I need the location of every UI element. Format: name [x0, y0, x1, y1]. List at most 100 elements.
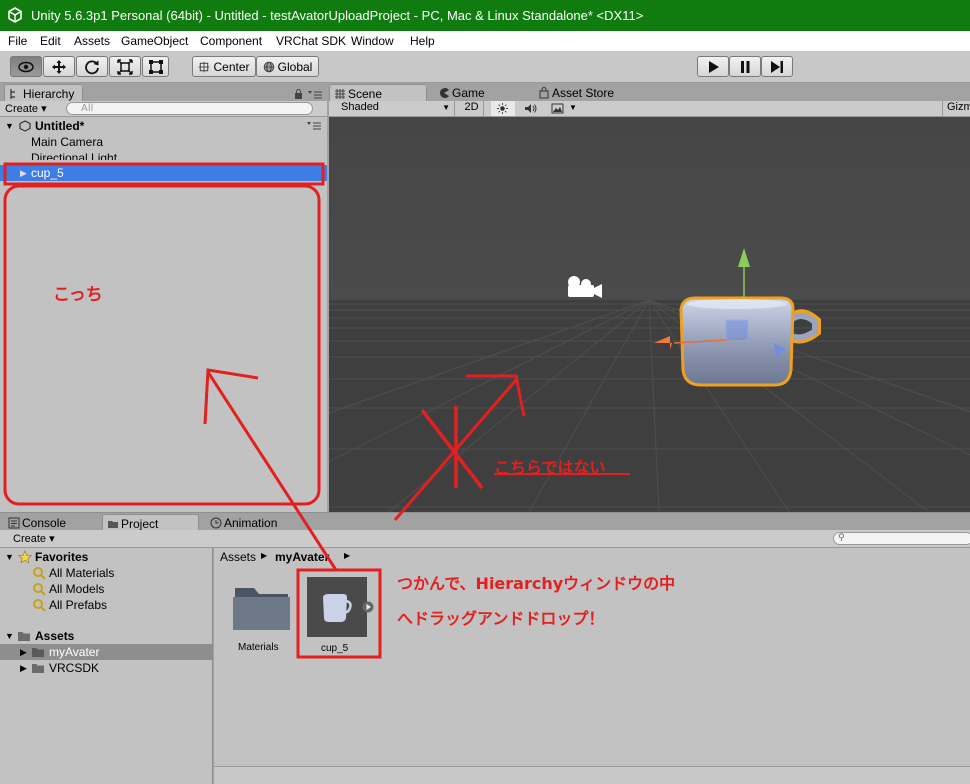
collapse-arrow-icon[interactable]: ▶: [20, 660, 27, 676]
annotation-not-here-label: こちらではない: [494, 458, 606, 477]
collapse-arrow-icon[interactable]: ▶: [20, 165, 27, 181]
annotation-here-label: こっち: [53, 285, 103, 305]
tab-hierarchy[interactable]: Hierarchy: [4, 84, 83, 102]
view-tool-button[interactable]: [10, 56, 42, 77]
scale-icon: [117, 58, 133, 75]
favorite-label: All Models: [49, 582, 105, 596]
folder-icon: [18, 632, 30, 641]
folder-icon: [32, 648, 44, 657]
hierarchy-toolbar: Create ▾ All: [0, 101, 327, 117]
cup-thumbnail-icon: [323, 594, 352, 622]
hierarchy-item[interactable]: Main Camera: [0, 134, 327, 150]
folder-icon: [233, 588, 290, 630]
mode-2d-toggle[interactable]: 2D: [460, 101, 484, 116]
speaker-icon: [525, 104, 537, 113]
hierarchy-item-label: cup_5: [31, 166, 64, 180]
tab-asset-store[interactable]: Asset Store: [534, 84, 644, 102]
prefab-expand-icon[interactable]: [362, 601, 374, 613]
asset-folder-selected[interactable]: ▶ myAvater: [0, 644, 213, 660]
window-titlebar: Unity 5.6.3p1 Personal (64bit) - Untitle…: [0, 0, 970, 31]
breadcrumb-root[interactable]: Assets: [220, 550, 256, 564]
favorite-item[interactable]: All Prefabs: [0, 597, 213, 613]
asset-folder[interactable]: ▶ VRCSDK: [0, 660, 213, 676]
breadcrumb-current[interactable]: myAvater: [275, 550, 329, 564]
breadcrumb: Assets ▶ myAvater ▶: [214, 548, 970, 566]
tab-scene-label: Scene: [348, 87, 383, 101]
asset-tile[interactable]: Materials: [232, 580, 292, 660]
asset-tile-label: cup_5: [321, 643, 349, 654]
pivot-center-toggle[interactable]: Center: [192, 56, 256, 77]
menu-assets[interactable]: Assets: [74, 34, 110, 48]
expand-arrow-icon[interactable]: ▼: [5, 549, 14, 565]
scene-lighting-toggle[interactable]: [491, 101, 515, 116]
menu-component[interactable]: Component: [200, 34, 262, 48]
hierarchy-item[interactable]: Directional Light: [0, 150, 327, 160]
play-button[interactable]: [697, 56, 729, 77]
scene-view[interactable]: [329, 117, 970, 512]
scene-audio-toggle[interactable]: [519, 101, 543, 116]
gizmos-dropdown[interactable]: Gizm: [942, 101, 970, 116]
scene-effects-dropdown[interactable]: ▼: [547, 101, 579, 116]
hierarchy-search-input[interactable]: All: [66, 102, 313, 115]
pivot-label: Center: [213, 59, 250, 74]
plane-handle-icon[interactable]: [725, 319, 749, 341]
unity-logo-icon: [8, 7, 22, 23]
hierarchy-create-button[interactable]: Create ▾: [5, 102, 47, 115]
menu-window[interactable]: Window: [351, 34, 394, 48]
lock-icon[interactable]: [294, 89, 303, 99]
favorite-item[interactable]: All Materials: [0, 565, 213, 581]
menu-file[interactable]: File: [8, 34, 27, 48]
favorites-row[interactable]: ▼ Favorites: [0, 549, 213, 565]
rect-transform-icon: [148, 59, 163, 74]
step-icon: [771, 60, 783, 73]
project-create-button[interactable]: Create ▾: [13, 532, 55, 545]
scale-tool-button[interactable]: [109, 56, 141, 77]
breadcrumb-separator-icon: ▶: [344, 551, 351, 560]
bottom-tabbar: Console Project Animation: [0, 512, 970, 532]
window-title: Unity 5.6.3p1 Personal (64bit) - Untitle…: [31, 8, 644, 23]
expand-arrow-icon[interactable]: ▼: [5, 118, 14, 134]
project-search-input[interactable]: ⚲: [833, 532, 970, 545]
tab-console-label: Console: [22, 516, 67, 530]
tab-scene[interactable]: Scene: [329, 84, 427, 102]
menu-edit[interactable]: Edit: [40, 34, 61, 48]
asset-folder-label: VRCSDK: [49, 661, 100, 675]
panel-menu-icon[interactable]: [308, 91, 322, 99]
scene-root-row[interactable]: ▼ Untitled*: [0, 118, 327, 134]
tab-game[interactable]: Game: [434, 84, 524, 102]
dropdown-arrow-icon: ▼: [569, 103, 577, 112]
hierarchy-item-label: Main Camera: [31, 135, 104, 149]
asset-tile[interactable]: cup_5: [307, 577, 374, 659]
space-label: Global: [277, 59, 313, 74]
space-global-toggle[interactable]: Global: [256, 56, 319, 77]
scene-menu-icon[interactable]: [307, 122, 321, 130]
shading-mode-dropdown[interactable]: Shaded ▼: [331, 101, 455, 116]
pause-button[interactable]: [729, 56, 761, 77]
search-magnifier-icon: [33, 599, 46, 612]
hierarchy-item-selected[interactable]: ▶ cup_5: [0, 165, 327, 181]
gizmos-label: Gizm: [947, 101, 970, 113]
search-icon: ⚲: [838, 533, 845, 543]
step-button[interactable]: [761, 56, 793, 77]
pivot-icon: [199, 61, 210, 72]
favorite-item[interactable]: All Models: [0, 581, 213, 597]
shading-mode-label: Shaded: [341, 101, 379, 113]
favorites-label: Favorites: [35, 550, 89, 564]
collapse-arrow-icon[interactable]: ▶: [20, 644, 27, 660]
menu-help[interactable]: Help: [410, 34, 435, 48]
move-tool-button[interactable]: [43, 56, 75, 77]
unity-scene-icon: [19, 120, 31, 132]
rect-tool-button[interactable]: [142, 56, 169, 77]
menu-gameobject[interactable]: GameObject: [121, 34, 188, 48]
scene-tabbar: Scene Game Asset Store: [328, 84, 970, 102]
prefab-thumbnail: [307, 577, 367, 637]
favorite-label: All Prefabs: [49, 598, 108, 612]
assets-root-row[interactable]: ▼ Assets: [0, 628, 213, 644]
expand-arrow-icon[interactable]: ▼: [5, 628, 14, 644]
menu-vrchat-sdk[interactable]: VRChat SDK: [276, 34, 346, 48]
rotate-tool-button[interactable]: [76, 56, 108, 77]
menu-bar: File Edit Assets GameObject Component VR…: [0, 31, 970, 51]
search-magnifier-icon: [33, 583, 46, 596]
asset-tile-label: Materials: [238, 642, 279, 653]
annotation-instruction-1: つかんで、Hierarchyウィンドウの中: [397, 574, 676, 593]
